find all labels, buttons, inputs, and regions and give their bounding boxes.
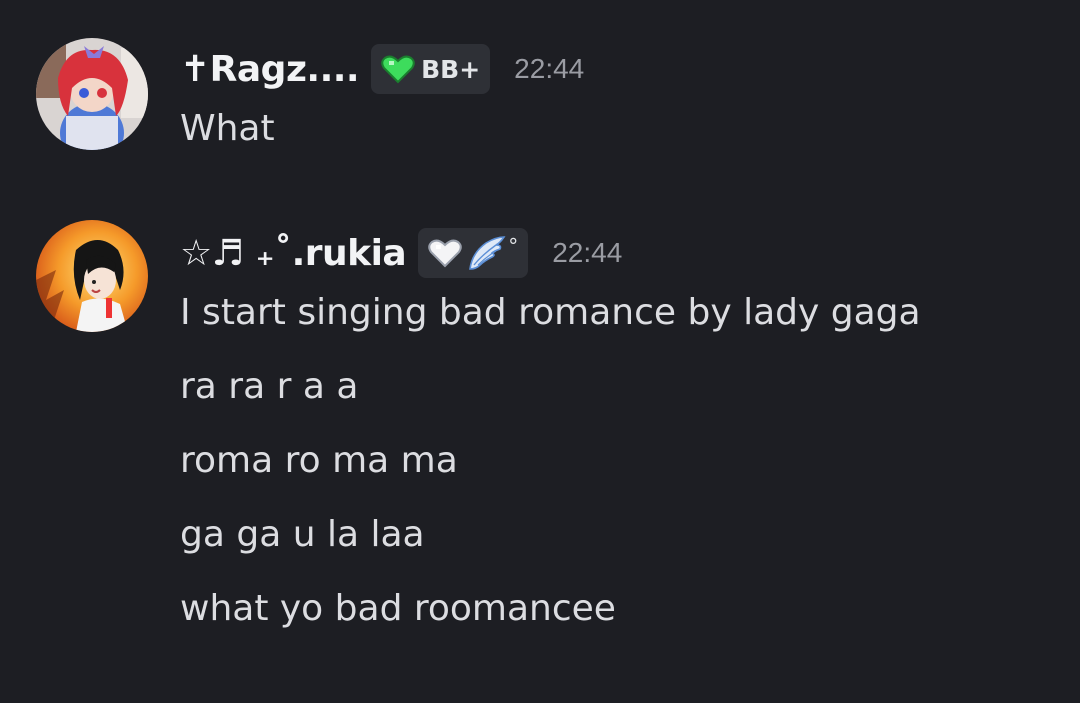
timestamp[interactable]: 22:44 — [552, 237, 622, 269]
angel-wing-icon — [469, 236, 506, 270]
message-header: ✝Ragz.... BB+ 22:44 — [180, 44, 584, 94]
username[interactable]: ☆♬ ₊˚.rukia — [180, 233, 407, 274]
white-heart-icon — [428, 239, 462, 268]
message-text: ra ra r a a — [180, 366, 359, 407]
message-text: roma ro ma ma — [180, 440, 458, 481]
server-tag[interactable]: BB+ — [371, 44, 491, 94]
avatar-ragz-image — [36, 38, 148, 150]
server-tag[interactable]: ° — [418, 228, 529, 278]
tag-suffix: ° — [508, 234, 519, 258]
avatar-rukia-image — [36, 220, 148, 332]
message-text: I start singing bad romance by lady gaga — [180, 292, 921, 333]
avatar-rukia[interactable] — [36, 220, 148, 332]
message-text: ga ga u la laa — [180, 514, 425, 555]
tag-label: BB+ — [421, 54, 481, 84]
message-text: What — [180, 108, 275, 149]
avatar-ragz[interactable] — [36, 38, 148, 150]
green-heart-icon — [381, 55, 415, 84]
timestamp[interactable]: 22:44 — [514, 53, 584, 85]
message-header: ☆♬ ₊˚.rukia ° 22:44 — [180, 228, 622, 278]
message-text: what yo bad roomancee — [180, 588, 616, 629]
username[interactable]: ✝Ragz.... — [180, 49, 360, 90]
